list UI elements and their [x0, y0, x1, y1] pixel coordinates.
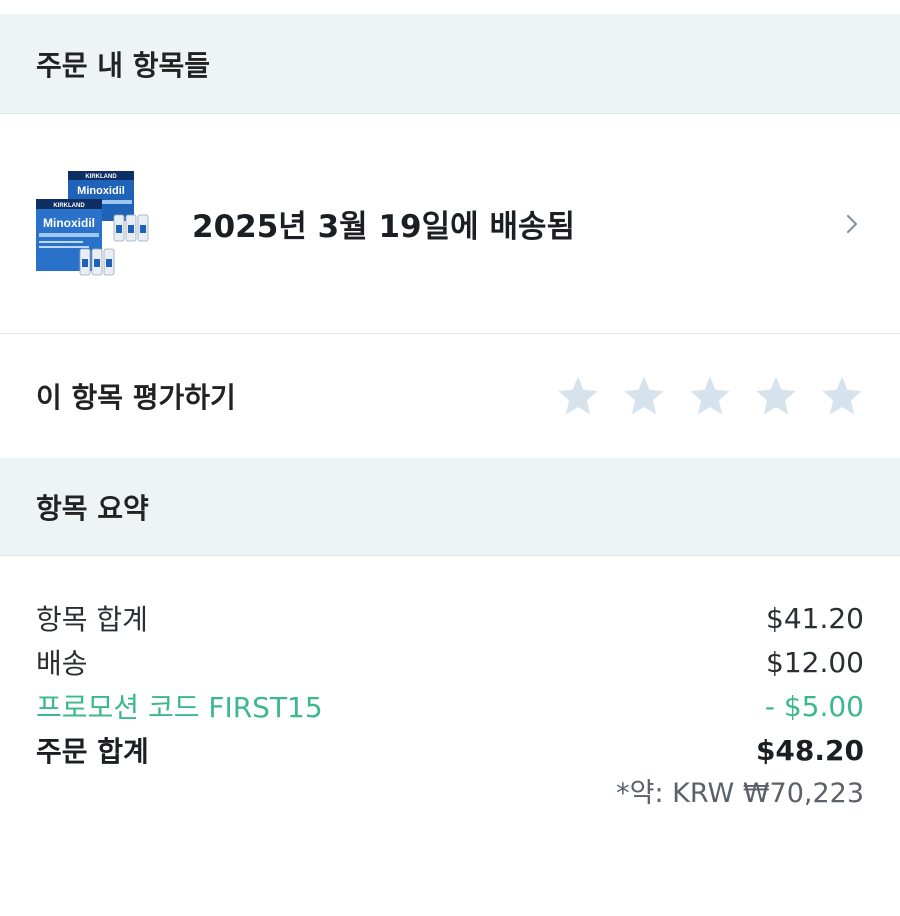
promo-row: 프로모션 코드 FIRST15 - $5.00 — [36, 684, 864, 728]
shipping-label: 배송 — [36, 647, 88, 680]
promo-value: - $5.00 — [764, 689, 864, 723]
subtotal-label: 항목 합계 — [36, 603, 148, 636]
star-2-icon[interactable] — [622, 374, 666, 418]
order-total-label: 주문 합계 — [36, 735, 149, 768]
top-spacer — [0, 0, 900, 14]
order-total-value: $48.20 — [755, 733, 864, 767]
star-rating[interactable] — [556, 374, 864, 418]
delivery-status-text: 2025년 3월 19일에 배송됨 — [192, 209, 576, 245]
order-total-row: 주문 합계 $48.20 — [36, 728, 864, 772]
svg-text:Minoxidil: Minoxidil — [43, 216, 95, 230]
order-item-row[interactable]: KIRKLAND Minoxidil KIRKLAND Minoxidil 20… — [0, 114, 900, 334]
summary-section-header: 항목 요약 — [0, 458, 900, 556]
order-summary: 항목 합계 $41.20 배송 $12.00 프로모션 코드 FIRST15 -… — [0, 556, 900, 816]
svg-text:Minoxidil: Minoxidil — [77, 185, 125, 197]
chevron-right-icon[interactable] — [840, 212, 864, 236]
shipping-row: 배송 $12.00 — [36, 640, 864, 684]
svg-text:KIRKLAND: KIRKLAND — [53, 203, 85, 209]
star-1-icon[interactable] — [556, 374, 600, 418]
items-section-title: 주문 내 항목들 — [36, 48, 211, 82]
star-4-icon[interactable] — [754, 374, 798, 418]
product-brand-back: KIRKLAND — [85, 174, 117, 180]
star-3-icon[interactable] — [688, 374, 732, 418]
subtotal-row: 항목 합계 $41.20 — [36, 596, 864, 640]
shipping-value: $12.00 — [766, 645, 864, 679]
product-thumbnail: KIRKLAND Minoxidil KIRKLAND Minoxidil — [36, 169, 156, 279]
subtotal-value: $41.20 — [766, 601, 864, 635]
approx-krw-total: *약: KRW ₩70,223 — [616, 778, 864, 809]
items-section-header: 주문 내 항목들 — [0, 14, 900, 114]
star-5-icon[interactable] — [820, 374, 864, 418]
summary-section-title: 항목 요약 — [36, 491, 149, 525]
rate-item-row: 이 항목 평가하기 — [0, 334, 900, 458]
rate-item-label: 이 항목 평가하기 — [36, 381, 236, 414]
promo-label: 프로모션 코드 FIRST15 — [36, 691, 323, 724]
